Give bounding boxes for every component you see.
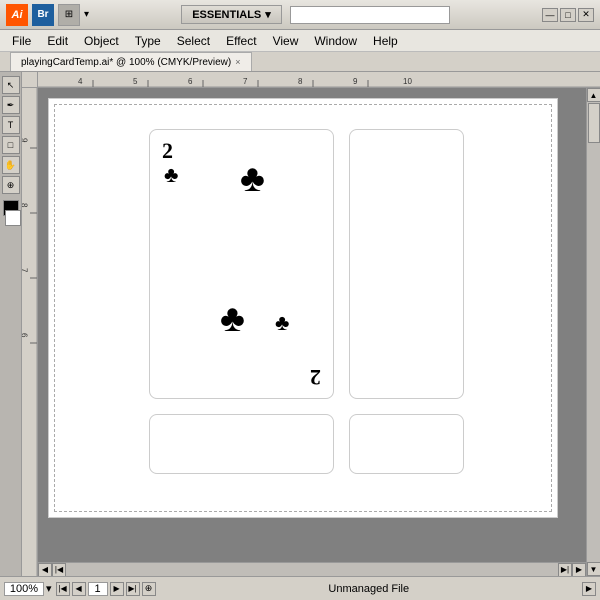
ai-logo: Ai — [6, 4, 28, 26]
menu-effect[interactable]: Effect — [218, 32, 264, 50]
menu-file[interactable]: File — [4, 32, 39, 50]
tab-bar: playingCardTemp.ai* @ 100% (CMYK/Preview… — [0, 52, 600, 72]
card-right — [349, 129, 464, 399]
title-bar-left: Ai Br ⊞ ▾ — [6, 4, 89, 26]
svg-text:8: 8 — [298, 77, 303, 86]
document-tab[interactable]: playingCardTemp.ai* @ 100% (CMYK/Preview… — [10, 52, 252, 71]
essentials-dropdown-icon: ▾ — [265, 8, 271, 21]
type-tool[interactable]: T — [2, 116, 20, 134]
scroll-thumb-vertical[interactable] — [588, 103, 600, 143]
scrollbar-right: ▲ ▼ — [586, 88, 600, 576]
close-button[interactable]: ✕ — [578, 8, 594, 22]
card-bottom-right — [349, 414, 464, 474]
workspace-icon[interactable]: ⊞ — [58, 4, 80, 26]
scroll-track-horizontal[interactable] — [66, 563, 558, 577]
title-center: ESSENTIALS ▾ — [89, 5, 542, 24]
pen-tool[interactable]: ✒ — [2, 96, 20, 114]
svg-text:5: 5 — [133, 77, 138, 86]
next-page-button[interactable]: ▶ — [110, 582, 124, 596]
tab-close-button[interactable]: × — [235, 57, 240, 67]
svg-text:9: 9 — [353, 77, 358, 86]
card-bottom-left — [149, 414, 334, 474]
svg-text:9: 9 — [22, 138, 29, 143]
card-main: 2 ♣ ♣ ♣ ♣ 2 — [149, 129, 334, 399]
ruler-top: 4 5 6 7 8 9 10 — [38, 72, 600, 88]
menu-bar: File Edit Object Type Select Effect View… — [0, 30, 600, 52]
last-page-button[interactable]: ▶| — [126, 582, 140, 596]
maximize-button[interactable]: □ — [560, 8, 576, 22]
svg-text:6: 6 — [188, 77, 193, 86]
ruler-left: 9 8 7 6 — [22, 88, 38, 576]
svg-text:6: 6 — [22, 333, 29, 338]
svg-text:7: 7 — [243, 77, 248, 86]
menu-help[interactable]: Help — [365, 32, 406, 50]
menu-edit[interactable]: Edit — [39, 32, 76, 50]
shape-tool[interactable]: □ — [2, 136, 20, 154]
essentials-button[interactable]: ESSENTIALS ▾ — [181, 5, 282, 24]
stroke-color[interactable] — [5, 210, 21, 226]
club-suit-bottom-right: ♣ — [275, 310, 289, 336]
scroll-right-button[interactable]: ▶ — [572, 563, 586, 577]
canvas-area: 4 5 6 7 8 9 10 9 8 — [22, 72, 600, 576]
essentials-label: ESSENTIALS — [192, 9, 261, 21]
hand-tool[interactable]: ✋ — [2, 156, 20, 174]
menu-object[interactable]: Object — [76, 32, 127, 50]
selection-tool[interactable]: ↖ — [2, 76, 20, 94]
svg-text:4: 4 — [78, 77, 83, 86]
tab-label: playingCardTemp.ai* @ 100% (CMYK/Preview… — [21, 57, 231, 68]
page-navigation: |◀ ◀ 1 ▶ ▶| ⊕ — [56, 582, 156, 596]
title-bar: Ai Br ⊞ ▾ ESSENTIALS ▾ — □ ✕ — [0, 0, 600, 30]
canvas-wrapper: 2 ♣ ♣ ♣ ♣ 2 — [38, 88, 586, 576]
window-controls: — □ ✕ — [542, 8, 594, 22]
zoom-control: 100% ▾ — [4, 582, 52, 596]
add-page-button[interactable]: ⊕ — [142, 582, 156, 596]
scroll-down-button[interactable]: ▼ — [587, 562, 600, 576]
search-input[interactable] — [291, 9, 449, 21]
svg-text:8: 8 — [22, 203, 29, 208]
club-suit-bottom-left: ♣ — [220, 298, 245, 341]
menu-window[interactable]: Window — [306, 32, 365, 50]
search-box[interactable] — [290, 6, 450, 24]
menu-view[interactable]: View — [265, 32, 307, 50]
prev-page-button[interactable]: ◀ — [72, 582, 86, 596]
page-number[interactable]: 1 — [88, 582, 108, 596]
scroll-track-vertical[interactable] — [587, 102, 600, 562]
card-number-top: 2 — [162, 138, 173, 164]
status-arrow-button[interactable]: ▶ — [582, 582, 596, 596]
status-bar: 100% ▾ |◀ ◀ 1 ▶ ▶| ⊕ Unmanaged File ▶ — [0, 576, 600, 600]
scroll-left-button[interactable]: ◀ — [38, 563, 52, 577]
zoom-tool[interactable]: ⊕ — [2, 176, 20, 194]
artboard: 2 ♣ ♣ ♣ ♣ 2 — [48, 98, 558, 518]
first-page-button[interactable]: |◀ — [56, 582, 70, 596]
br-logo: Br — [32, 4, 54, 26]
menu-type[interactable]: Type — [127, 32, 169, 50]
scroll-right-end-button[interactable]: ▶| — [558, 563, 572, 577]
canvas-content: 2 ♣ ♣ ♣ ♣ 2 — [38, 88, 586, 576]
scroll-left-start-button[interactable]: |◀ — [52, 563, 66, 577]
svg-text:10: 10 — [403, 77, 412, 86]
card-number-bottom: 2 — [310, 364, 321, 390]
main-area: ↖ ✒ T □ ✋ ⊕ 4 5 6 7 8 — [0, 72, 600, 576]
scrollbar-bottom: ◀ |◀ ▶| ▶ — [38, 562, 586, 576]
club-suit-top-left: ♣ — [164, 162, 178, 188]
club-suit-top-right: ♣ — [240, 158, 265, 201]
left-toolbar: ↖ ✒ T □ ✋ ⊕ — [0, 72, 22, 576]
zoom-dropdown-icon[interactable]: ▾ — [46, 582, 52, 595]
minimize-button[interactable]: — — [542, 8, 558, 22]
status-file-label: Unmanaged File — [160, 583, 578, 595]
menu-select[interactable]: Select — [169, 32, 218, 50]
svg-text:7: 7 — [22, 268, 29, 273]
zoom-value[interactable]: 100% — [4, 582, 44, 596]
scroll-up-button[interactable]: ▲ — [587, 88, 600, 102]
ruler-corner — [22, 72, 38, 88]
